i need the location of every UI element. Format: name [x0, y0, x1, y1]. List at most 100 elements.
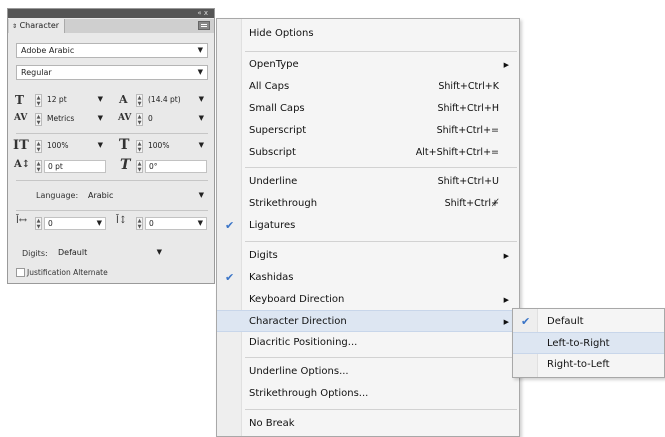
- menu-item-small-caps[interactable]: Small Caps Shift+Ctrl+H: [217, 98, 519, 120]
- submenu-arrow-icon: ▶: [503, 61, 509, 69]
- baseline-shift-field[interactable]: 0 pt: [44, 160, 106, 173]
- diacritic-x-stepper[interactable]: ▲ ▼: [35, 217, 42, 230]
- kerning-field[interactable]: Metrics ▼: [44, 113, 106, 126]
- chevron-down-icon: ▼: [97, 95, 103, 103]
- chevron-down-icon: ▼: [198, 114, 204, 122]
- menu-item-opentype[interactable]: OpenType ▶: [217, 54, 519, 76]
- chevron-down-icon: ▼: [97, 141, 103, 149]
- menu-item-all-caps[interactable]: All Caps Shift+Ctrl+K: [217, 76, 519, 98]
- kerning-icon: AV: [14, 113, 28, 123]
- menu-item-strikethrough-options[interactable]: Strikethrough Options...: [217, 383, 519, 405]
- menu-item-digits[interactable]: Digits ▶: [217, 245, 519, 267]
- tracking-value: 0: [148, 114, 153, 123]
- panel-divider: [16, 210, 208, 211]
- diacritic-y-value: 0: [149, 219, 154, 228]
- justification-alternate-checkbox[interactable]: [16, 268, 25, 277]
- font-style-value: Regular: [21, 68, 52, 77]
- submenu-item-left-to-right[interactable]: Left-to-Right: [513, 332, 664, 354]
- menu-item-kashidas[interactable]: ✔ Kashidas: [217, 267, 519, 289]
- horizontal-scale-stepper[interactable]: ▲ ▼: [136, 140, 143, 153]
- diacritic-y-stepper[interactable]: ▲ ▼: [136, 217, 143, 230]
- chevron-down-icon: ▼: [197, 68, 203, 76]
- skew-field[interactable]: 0°: [145, 160, 207, 173]
- menu-item-no-break[interactable]: No Break: [217, 413, 519, 435]
- font-family-value: Adobe Arabic: [21, 46, 75, 55]
- leading-stepper[interactable]: ▲ ▼: [136, 94, 143, 107]
- diacritic-x-field[interactable]: 0 ▼: [44, 217, 106, 230]
- menu-separator: [245, 357, 517, 358]
- menu-item-diacritic-positioning[interactable]: Diacritic Positioning...: [217, 332, 519, 354]
- panel-menu-button[interactable]: [198, 21, 210, 30]
- vertical-scale-field[interactable]: 100% ▼: [44, 140, 106, 153]
- panel-window-controls[interactable]: « x: [197, 10, 208, 17]
- baseline-shift-stepper[interactable]: ▲ ▼: [35, 160, 42, 173]
- panel-divider: [16, 133, 208, 134]
- vertical-scale-stepper[interactable]: ▲ ▼: [35, 140, 42, 153]
- baseline-shift-value: 0 pt: [48, 162, 63, 171]
- chevron-down-icon: ▼: [96, 219, 102, 227]
- leading-icon: A: [119, 93, 128, 106]
- skew-value: 0°: [149, 162, 158, 171]
- vertical-scale-icon: IT: [13, 138, 29, 153]
- menu-item-ligatures[interactable]: ✔ Ligatures: [217, 215, 519, 237]
- chevron-down-icon: ▼: [198, 95, 204, 103]
- diacritic-x-icon: اَ↔: [16, 215, 28, 226]
- diacritic-y-icon: اَ↕: [116, 215, 128, 226]
- menu-item-superscript[interactable]: Superscript Shift+Ctrl+=: [217, 120, 519, 142]
- double-arrow-icon: ⇕: [12, 23, 18, 30]
- character-direction-submenu: ✔ Default Left-to-Right Right-to-Left: [512, 308, 665, 378]
- chevron-down-icon: ▼: [198, 141, 204, 149]
- menu-item-subscript[interactable]: Subscript Alt+Shift+Ctrl+=: [217, 142, 519, 164]
- chevron-down-icon: ▼: [197, 46, 203, 54]
- tracking-stepper[interactable]: ▲ ▼: [136, 113, 143, 126]
- diacritic-y-field[interactable]: 0 ▼: [145, 217, 207, 230]
- diacritic-x-value: 0: [48, 219, 53, 228]
- font-family-dropdown[interactable]: Adobe Arabic ▼: [16, 43, 208, 58]
- font-style-dropdown[interactable]: Regular ▼: [16, 65, 208, 80]
- submenu-arrow-icon: ▶: [503, 252, 509, 260]
- checkmark-icon: ✔: [225, 219, 235, 232]
- panel-divider: [16, 180, 208, 181]
- character-panel: « x ⇕ Character Adobe Arabic ▼ Regular ▼…: [7, 8, 215, 284]
- digits-dropdown[interactable]: Default ▼: [54, 246, 166, 261]
- checkmark-icon: ✔: [225, 271, 235, 284]
- menu-item-underline[interactable]: Underline Shift+Ctrl+U: [217, 171, 519, 193]
- checkmark-icon: ✔: [521, 315, 531, 328]
- skew-icon: T: [120, 157, 131, 173]
- tracking-field[interactable]: 0 ▼: [145, 113, 207, 126]
- menu-separator: [245, 409, 517, 410]
- skew-stepper[interactable]: ▲ ▼: [136, 160, 143, 173]
- leading-value: (14.4 pt): [148, 95, 181, 104]
- chevron-down-icon: ▼: [97, 114, 103, 122]
- digits-value: Default: [58, 248, 88, 257]
- font-size-icon: T: [15, 93, 24, 107]
- menu-item-character-direction[interactable]: Character Direction ▶: [217, 310, 519, 332]
- panel-title-bar: « x: [8, 9, 214, 18]
- kerning-value: Metrics: [47, 114, 75, 123]
- language-label: Language:: [36, 191, 79, 200]
- font-size-field[interactable]: 12 pt ▼: [44, 94, 106, 107]
- tab-character[interactable]: ⇕ Character: [9, 19, 65, 33]
- chevron-down-icon: ▼: [197, 219, 203, 227]
- leading-field[interactable]: (14.4 pt) ▼: [145, 94, 207, 107]
- font-size-value: 12 pt: [47, 95, 67, 104]
- horizontal-scale-icon: T: [119, 137, 130, 153]
- language-dropdown[interactable]: Arabic ▼: [84, 189, 208, 204]
- menu-item-underline-options[interactable]: Underline Options...: [217, 361, 519, 383]
- tracking-icon: AV: [118, 113, 132, 123]
- menu-separator: [245, 51, 517, 52]
- justification-alternate-label: Justification Alternate: [27, 268, 108, 277]
- font-size-stepper[interactable]: ▲ ▼: [35, 94, 42, 107]
- submenu-arrow-icon: ▶: [503, 318, 509, 326]
- menu-item-strikethrough[interactable]: Strikethrough Shift+Ctrl+̸: [217, 193, 519, 215]
- chevron-down-icon: ▼: [156, 248, 162, 256]
- submenu-arrow-icon: ▶: [503, 296, 509, 304]
- menu-separator: [245, 167, 517, 168]
- menu-item-keyboard-direction[interactable]: Keyboard Direction ▶: [217, 289, 519, 311]
- horizontal-scale-field[interactable]: 100% ▼: [145, 140, 207, 153]
- kerning-stepper[interactable]: ▲ ▼: [35, 113, 42, 126]
- submenu-item-default[interactable]: ✔ Default: [513, 311, 664, 333]
- submenu-item-right-to-left[interactable]: Right-to-Left: [513, 354, 664, 376]
- menu-item-hide-options[interactable]: Hide Options: [217, 23, 519, 45]
- horizontal-scale-value: 100%: [148, 141, 170, 150]
